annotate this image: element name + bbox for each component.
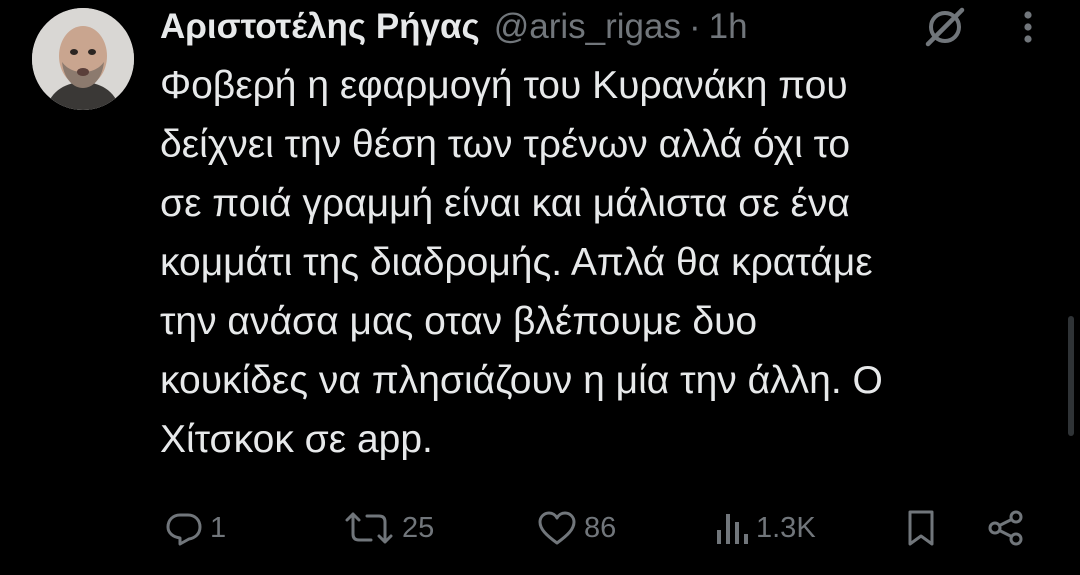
bookmark-icon xyxy=(904,508,938,548)
like-icon xyxy=(536,508,578,548)
separator-dot: · xyxy=(689,7,701,46)
reply-count: 1 xyxy=(210,511,227,544)
repost-count: 25 xyxy=(402,511,435,544)
bookmark-button[interactable] xyxy=(904,500,938,556)
timestamp[interactable]: 1h xyxy=(709,7,748,47)
views-icon xyxy=(714,508,750,548)
reply-icon xyxy=(164,508,204,548)
more-options-icon[interactable] xyxy=(1014,10,1042,44)
views-button[interactable]: 1.3K xyxy=(714,500,816,556)
share-button[interactable] xyxy=(986,500,1026,556)
author-handle[interactable]: @aris_rigas xyxy=(494,7,681,47)
views-count: 1.3K xyxy=(756,511,816,544)
reply-button[interactable]: 1 xyxy=(164,500,226,556)
author-name[interactable]: Αριστοτέλης Ρήγας xyxy=(160,7,480,47)
tweet-text: Φοβερή η εφαρμογή του Κυρανάκη που δείχν… xyxy=(160,64,883,461)
repost-button[interactable]: 25 xyxy=(342,500,434,556)
grok-icon[interactable] xyxy=(922,4,968,50)
avatar[interactable] xyxy=(32,8,134,110)
like-button[interactable]: 86 xyxy=(536,500,616,556)
share-icon xyxy=(986,508,1026,548)
repost-icon xyxy=(342,508,396,548)
tweet-header: Αριστοτέλης Ρήγας @aris_rigas · 1h xyxy=(160,0,748,54)
tweet-action-bar: 1 25 86 1.3K xyxy=(0,500,1080,556)
like-count: 86 xyxy=(584,511,617,544)
scrollbar[interactable] xyxy=(1068,316,1074,436)
